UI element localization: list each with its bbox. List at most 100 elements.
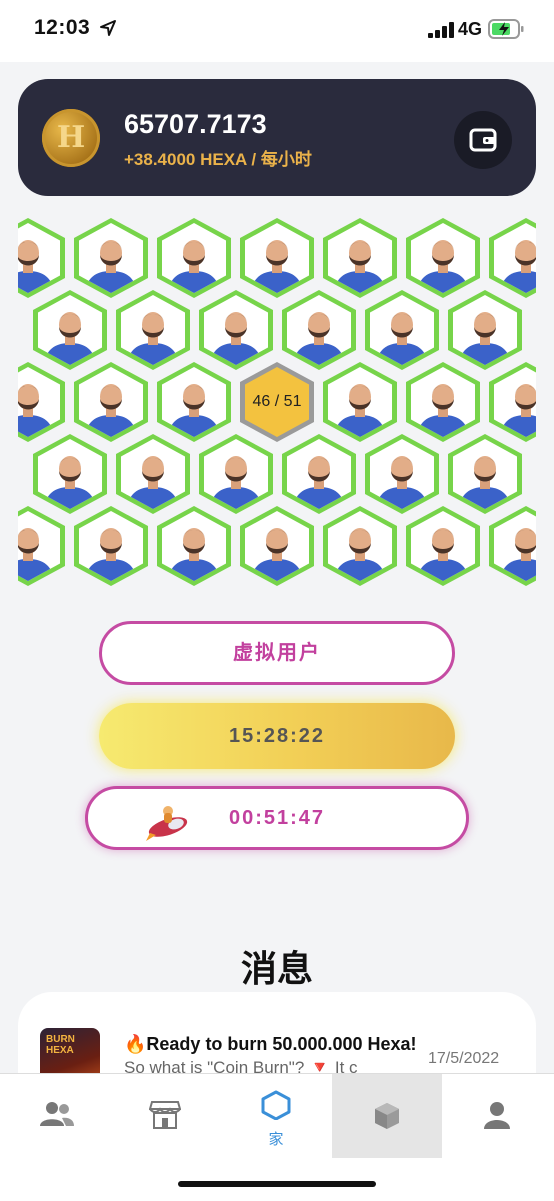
news-section-title: 消息 (240, 948, 313, 989)
referral-avatar-hex[interactable] (116, 290, 190, 370)
referral-avatar-hex[interactable] (489, 506, 536, 586)
avatar-image (127, 456, 179, 509)
referral-avatar-hex[interactable] (448, 290, 522, 370)
news-thumb-text: BURN HEXA (46, 1034, 75, 1056)
avatar (121, 439, 185, 509)
avatar-image (417, 240, 469, 293)
referral-avatar-hex[interactable] (33, 290, 107, 370)
avatar-image (500, 528, 536, 581)
avatar (370, 439, 434, 509)
referral-counter-hex[interactable]: 46 / 51 (240, 362, 314, 442)
referral-avatar-hex[interactable] (323, 362, 397, 442)
referral-avatar-hex[interactable] (199, 434, 273, 514)
avatar (411, 367, 475, 437)
referral-avatar-hex[interactable] (240, 218, 314, 298)
referral-avatar-hex[interactable] (282, 434, 356, 514)
referral-avatar-hex[interactable] (33, 434, 107, 514)
mining-timer-button[interactable]: 15:28:22 (99, 703, 455, 769)
referral-avatar-hex[interactable] (199, 290, 273, 370)
avatar (287, 295, 351, 365)
wallet-button[interactable] (454, 111, 512, 169)
referral-avatar-hex[interactable] (18, 218, 65, 298)
avatar (204, 295, 268, 365)
avatar (121, 295, 185, 365)
news-headline: 🔥Ready to burn 50.000.000 Hexa! (124, 1034, 417, 1054)
referral-avatar-hex[interactable] (489, 362, 536, 442)
avatar-image (210, 312, 262, 365)
nav-profile[interactable] (443, 1074, 553, 1158)
avatar (328, 511, 392, 581)
mining-rate: +38.4000 HEXA / 每小时 (124, 145, 312, 170)
referral-avatar-hex[interactable] (157, 506, 231, 586)
rate-unit: / 每小时 (246, 150, 312, 169)
nav-inventory[interactable] (332, 1074, 442, 1158)
referral-avatar-hex[interactable] (18, 362, 65, 442)
battery-icon (488, 19, 524, 39)
avatar-image (85, 240, 137, 293)
referral-avatar-hex[interactable] (74, 506, 148, 586)
rocket-boost-button[interactable]: 00:51:47 (85, 786, 469, 850)
referral-avatar-hex[interactable] (406, 506, 480, 586)
avatar (18, 223, 60, 293)
cube-icon (375, 1103, 399, 1129)
signal-icon (428, 22, 454, 38)
status-time: 12:03 (34, 16, 91, 39)
referral-avatar-hex[interactable] (74, 362, 148, 442)
avatar-image (334, 528, 386, 581)
location-arrow-icon (100, 20, 116, 36)
rocket-timer-label: 00:51:47 (228, 807, 326, 829)
avatar-image (168, 240, 220, 293)
referral-avatar-hex[interactable] (240, 506, 314, 586)
avatar (38, 439, 102, 509)
referral-avatar-hex[interactable] (74, 218, 148, 298)
users-icon (40, 1102, 74, 1126)
referral-avatar-hex[interactable] (323, 218, 397, 298)
avatar (245, 223, 309, 293)
nav-shop[interactable] (110, 1074, 220, 1158)
shop-icon (149, 1101, 181, 1129)
referral-avatar-hex[interactable] (406, 218, 480, 298)
referral-avatar-hex[interactable] (116, 434, 190, 514)
avatar-image (459, 312, 511, 365)
counter-hex-inner: 46 / 51 (245, 367, 309, 437)
referral-avatar-hex[interactable] (323, 506, 397, 586)
rate-amount: +38.4000 HEXA (124, 150, 247, 169)
avatar (494, 223, 536, 293)
referral-avatar-hex[interactable] (282, 290, 356, 370)
referral-avatar-hex[interactable] (406, 362, 480, 442)
avatar (411, 223, 475, 293)
nav-home[interactable]: 家 (221, 1074, 331, 1158)
avatar-image (210, 456, 262, 509)
avatar (79, 223, 143, 293)
avatar-image (293, 456, 345, 509)
nav-home-label: 家 (268, 1131, 284, 1148)
profile-icon (484, 1102, 510, 1129)
referral-avatar-hex[interactable] (365, 290, 439, 370)
referral-avatar-hex[interactable] (18, 506, 65, 586)
referral-avatar-hex[interactable] (157, 362, 231, 442)
avatar-image (85, 384, 137, 437)
avatar (287, 439, 351, 509)
avatar-image (251, 528, 303, 581)
referral-avatar-hex[interactable] (365, 434, 439, 514)
avatar (370, 295, 434, 365)
avatar (162, 367, 226, 437)
wallet-icon (469, 128, 497, 152)
news-date: 17/5/2022 (428, 1050, 500, 1067)
referral-avatar-hex[interactable] (157, 218, 231, 298)
wallet-card: H 65707.7173 +38.4000 HEXA / 每小时 (18, 79, 536, 196)
avatar-image (293, 312, 345, 365)
rocket-icon (146, 806, 188, 841)
referral-avatar-hex[interactable] (448, 434, 522, 514)
nav-team[interactable] (0, 1074, 110, 1158)
status-bar: 12:03 4G (0, 0, 554, 62)
referral-avatar-hex[interactable] (489, 218, 536, 298)
avatar (328, 223, 392, 293)
hexagon-icon (261, 1090, 291, 1120)
avatar-image (18, 240, 54, 293)
avatar-image (334, 240, 386, 293)
referral-count: 46 / 51 (252, 393, 302, 410)
avatar (18, 511, 60, 581)
avatar-image (127, 312, 179, 365)
virtual-user-button[interactable]: 虚拟用户 (99, 621, 455, 685)
